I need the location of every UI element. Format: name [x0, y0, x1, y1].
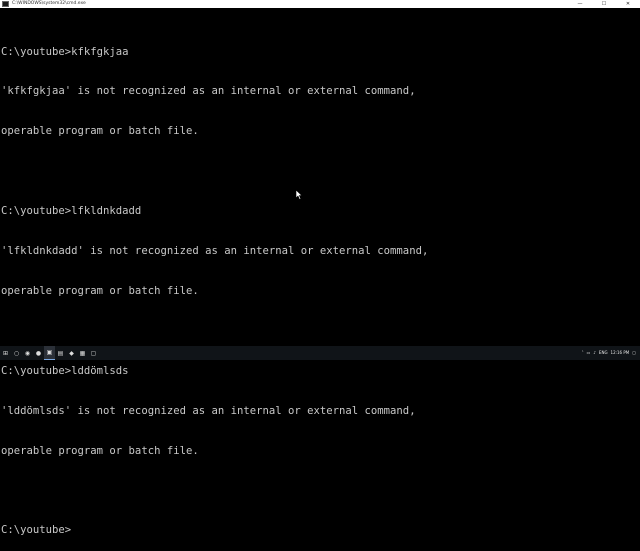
app4-icon[interactable]: ▢	[88, 346, 99, 360]
console-line: 'lddömlsds' is not recognized as an inte…	[1, 404, 416, 417]
search-icon[interactable]: ○	[11, 346, 22, 360]
taskbar: ⊞ ○ ◉ ● ▣ ▤ ◆ ▦ ▢ ˄ ▭ ♪ ENG 12:16 PM ▢	[0, 346, 640, 360]
title-bar[interactable]: C:\WINDOWS\system32\cmd.exe — ☐ ✕	[0, 0, 640, 8]
cmd-icon[interactable]: ▣	[44, 346, 55, 360]
mouse-cursor-icon	[296, 190, 303, 200]
console-line: C:\youtube>lfkldnkdadd	[1, 205, 142, 218]
console-line: C:\youtube>lddömlsds	[1, 364, 129, 377]
language-indicator[interactable]: ENG	[599, 346, 608, 360]
console-scrollbar[interactable]	[636, 8, 640, 346]
console-prompt: C:\youtube>	[1, 524, 72, 537]
system-tray: ˄ ▭ ♪ ENG 12:16 PM ▢	[582, 346, 636, 360]
app2-icon[interactable]: ◆	[66, 346, 77, 360]
app3-icon[interactable]: ▦	[77, 346, 88, 360]
app-icon[interactable]: ▤	[55, 346, 66, 360]
volume-icon[interactable]: ♪	[593, 346, 596, 360]
console-line: 'kfkfgkjaa' is not recognized as an inte…	[1, 85, 416, 98]
console-line: operable program or batch file.	[1, 284, 199, 297]
spotify-icon[interactable]: ●	[33, 346, 44, 360]
notification-icon[interactable]: ▢	[632, 346, 636, 360]
window-title: C:\WINDOWS\system32\cmd.exe	[12, 1, 86, 6]
console-output[interactable]: C:\youtube>kfkfgkjaa 'kfkfgkjaa' is not …	[1, 19, 637, 537]
console-line: 'lfkldnkdadd' is not recognized as an in…	[1, 245, 429, 258]
console-line: C:\youtube>kfkfgkjaa	[1, 45, 129, 58]
cmd-app-icon	[2, 1, 9, 7]
clock[interactable]: 12:16 PM	[611, 346, 630, 360]
start-icon[interactable]: ⊞	[0, 346, 11, 360]
close-button[interactable]: ✕	[616, 0, 640, 8]
window-controls: — ☐ ✕	[568, 0, 640, 8]
chevron-up-icon[interactable]: ˄	[582, 346, 584, 360]
network-icon[interactable]: ▭	[587, 346, 591, 360]
console-line: operable program or batch file.	[1, 125, 199, 138]
minimize-button[interactable]: —	[568, 0, 592, 8]
console-line: operable program or batch file.	[1, 444, 199, 457]
chrome-icon[interactable]: ◉	[22, 346, 33, 360]
maximize-button[interactable]: ☐	[592, 0, 616, 8]
